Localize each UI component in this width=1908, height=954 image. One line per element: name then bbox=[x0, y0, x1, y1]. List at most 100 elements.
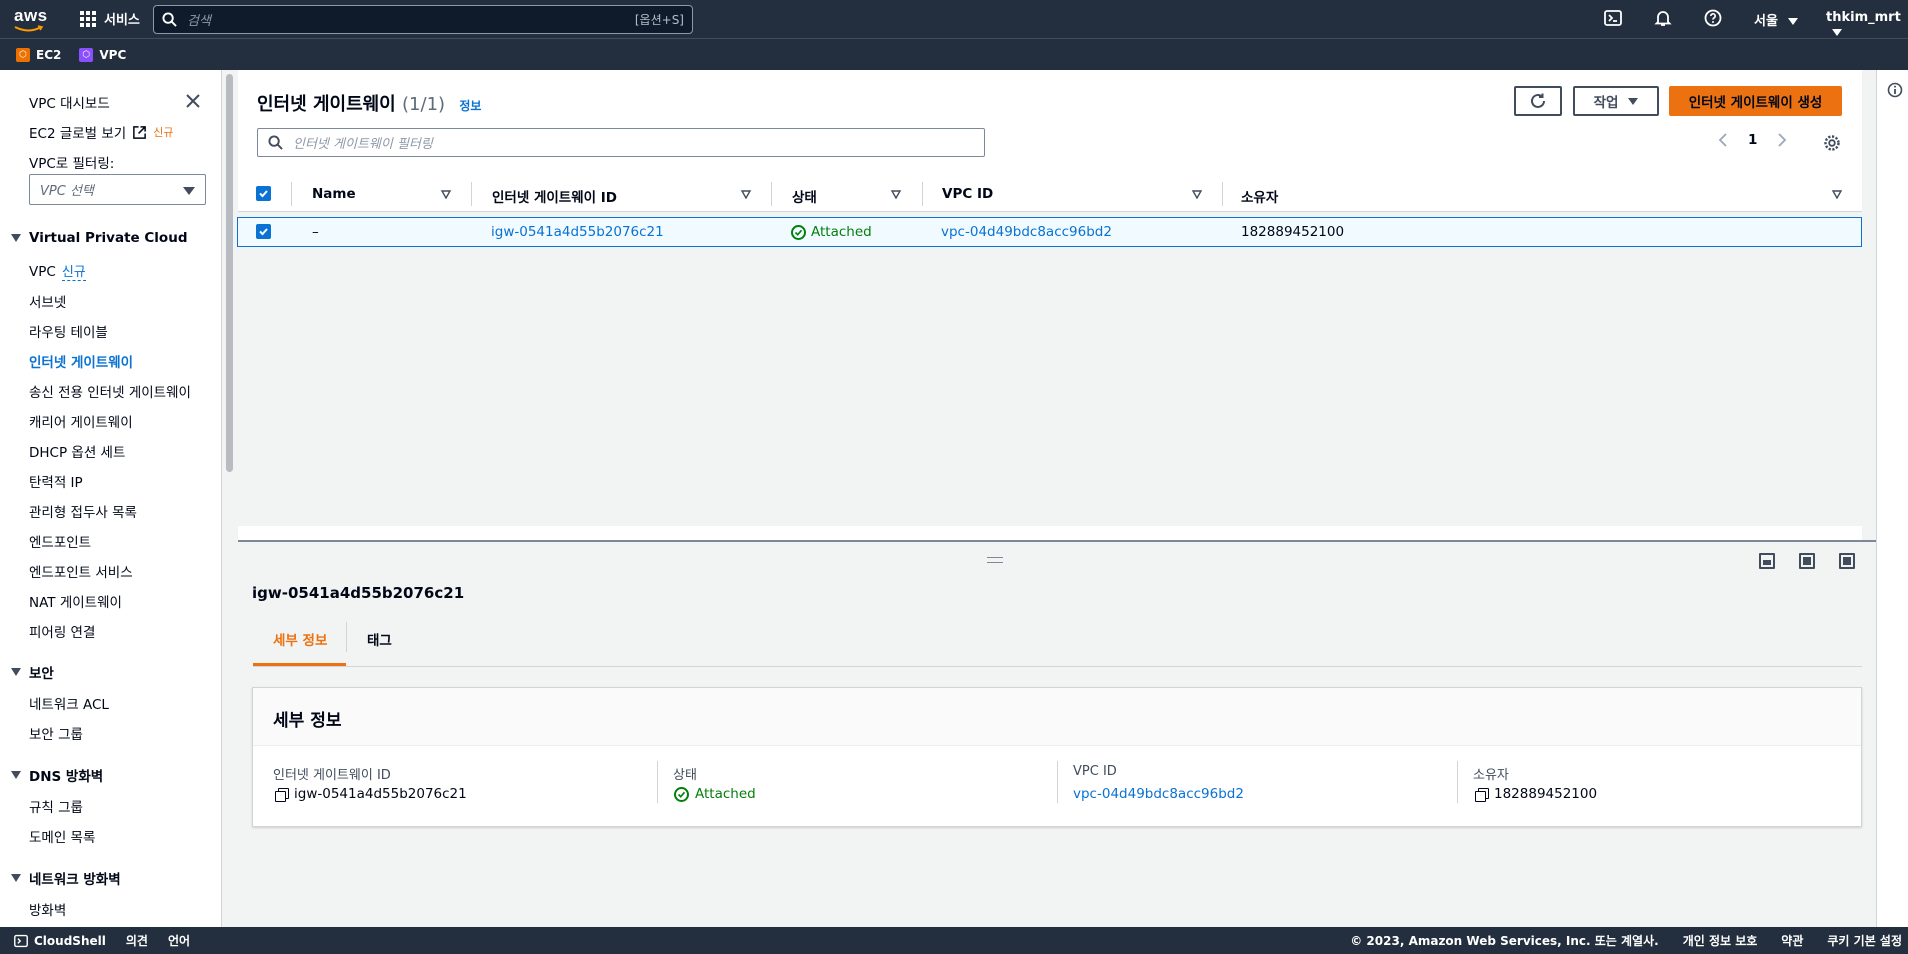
actions-button[interactable]: 작업 bbox=[1573, 86, 1659, 116]
sidebar-item-route-tables[interactable]: 라우팅 테이블 bbox=[29, 321, 108, 341]
tab-details[interactable]: 세부 정보 bbox=[273, 629, 327, 649]
sidebar-item-firewalls[interactable]: 방화벽 bbox=[29, 899, 66, 919]
sidebar-item-security-groups[interactable]: 보안 그룹 bbox=[29, 723, 83, 743]
sidebar-item-subnets[interactable]: 서브넷 bbox=[29, 291, 66, 311]
sidebar-item-rule-groups[interactable]: 규칙 그룹 bbox=[29, 796, 83, 816]
favorite-ec2[interactable]: ⬡ EC2 bbox=[16, 47, 62, 62]
chevron-left-icon[interactable] bbox=[1718, 132, 1728, 148]
footer: CloudShell 의견 언어 © 2023, Amazon Web Serv… bbox=[0, 927, 1908, 954]
field-value-state: Attached bbox=[674, 786, 756, 802]
section-virtual-private-cloud[interactable]: Virtual Private Cloud bbox=[11, 230, 187, 246]
column-divider bbox=[771, 182, 772, 206]
current-page[interactable]: 1 bbox=[1748, 132, 1757, 148]
favorite-label: VPC bbox=[99, 47, 127, 62]
check-icon bbox=[259, 228, 268, 236]
help-icon[interactable] bbox=[1704, 9, 1722, 27]
section-network-firewall[interactable]: 네트워크 방화벽 bbox=[11, 868, 121, 888]
account-menu[interactable]: thkim_mrt bbox=[1826, 10, 1908, 40]
refresh-button[interactable] bbox=[1514, 86, 1562, 116]
sidebar-item-endpoint-services[interactable]: 엔드포인트 서비스 bbox=[29, 561, 133, 581]
region-selector[interactable]: 서울 bbox=[1754, 10, 1799, 29]
section-security[interactable]: 보안 bbox=[11, 662, 54, 682]
sort-icon[interactable] bbox=[741, 190, 751, 199]
sort-icon[interactable] bbox=[1192, 190, 1202, 199]
cloudshell-button[interactable]: CloudShell bbox=[14, 934, 106, 948]
close-icon[interactable] bbox=[184, 92, 202, 110]
privacy-link[interactable]: 개인 정보 보호 bbox=[1683, 932, 1758, 949]
caret-down-icon bbox=[1628, 97, 1639, 105]
sidebar-item-internet-gateways[interactable]: 인터넷 게이트웨이 bbox=[29, 351, 133, 371]
column-header-vpc-id[interactable]: VPC ID bbox=[942, 186, 993, 202]
sidebar-item-vpc[interactable]: VPC 신규 bbox=[29, 261, 86, 281]
cell-vpc-id-link[interactable]: vpc-04d49bdc8acc96bd2 bbox=[941, 224, 1112, 240]
sidebar-item-nat-gateways[interactable]: NAT 게이트웨이 bbox=[29, 591, 122, 611]
sort-icon[interactable] bbox=[441, 190, 451, 199]
split-full-layout-icon[interactable] bbox=[1839, 553, 1855, 569]
favorite-vpc[interactable]: ⬡ VPC bbox=[79, 47, 127, 62]
top-navigation: aws 서비스 검색 [옵션+S] 서울 thkim_mrt bbox=[0, 0, 1908, 38]
column-header-name[interactable]: Name bbox=[312, 186, 356, 202]
services-label: 서비스 bbox=[104, 13, 140, 28]
drag-handle[interactable] bbox=[987, 557, 1003, 563]
cell-state: Attached bbox=[791, 224, 872, 240]
new-link[interactable]: 신규 bbox=[61, 265, 86, 281]
split-panel-divider[interactable] bbox=[238, 540, 1876, 542]
user-name: thkim_mrt bbox=[1826, 10, 1901, 25]
field-label-igw-id: 인터넷 게이트웨이 ID bbox=[273, 768, 391, 783]
sidebar-item-label: VPC bbox=[29, 264, 56, 280]
create-internet-gateway-button[interactable]: 인터넷 게이트웨이 생성 bbox=[1669, 86, 1842, 116]
notification-bell-icon[interactable] bbox=[1654, 9, 1672, 27]
section-title: 네트워크 방화벽 bbox=[29, 872, 121, 888]
page-title: 인터넷 게이트웨이 (1/1) 정보 bbox=[257, 90, 481, 116]
tab-tags[interactable]: 태그 bbox=[367, 629, 392, 649]
caret-down-icon bbox=[183, 187, 195, 195]
services-menu[interactable]: 서비스 bbox=[80, 9, 140, 28]
collapse-triangle-icon bbox=[11, 771, 21, 779]
info-link[interactable]: 정보 bbox=[459, 99, 481, 113]
filter-input[interactable]: 인터넷 게이트웨이 필터링 bbox=[257, 128, 985, 157]
details-card: 세부 정보 bbox=[252, 687, 1862, 827]
sidebar-item-carrier-gateways[interactable]: 캐리어 게이트웨이 bbox=[29, 411, 133, 431]
sidebar-item-ec2-global-view[interactable]: EC2 글로벌 보기 신규 bbox=[29, 122, 173, 142]
sort-icon[interactable] bbox=[1832, 190, 1842, 199]
language-link[interactable]: 언어 bbox=[168, 932, 190, 949]
cookie-preferences-link[interactable]: 쿠키 기본 설정 bbox=[1827, 932, 1902, 949]
cloudshell-icon[interactable] bbox=[1604, 9, 1622, 27]
filter-placeholder: 인터넷 게이트웨이 필터링 bbox=[293, 137, 433, 152]
vpc-filter-select[interactable]: VPC 선택 bbox=[29, 174, 206, 205]
sort-icon[interactable] bbox=[891, 190, 901, 199]
copy-icon[interactable] bbox=[275, 787, 289, 802]
sidebar-item-elastic-ips[interactable]: 탄력적 IP bbox=[29, 471, 83, 491]
sidebar-item-dhcp-option-sets[interactable]: DHCP 옵션 세트 bbox=[29, 441, 125, 461]
sidebar-item-vpc-dashboard[interactable]: VPC 대시보드 bbox=[29, 92, 110, 112]
sidebar-item-network-acls[interactable]: 네트워크 ACL bbox=[29, 693, 109, 713]
row-checkbox[interactable] bbox=[256, 224, 271, 239]
field-value-vpc-id-link[interactable]: vpc-04d49bdc8acc96bd2 bbox=[1073, 786, 1244, 802]
terms-link[interactable]: 약관 bbox=[1781, 932, 1803, 949]
active-tab-underline bbox=[253, 663, 346, 666]
chevron-right-icon[interactable] bbox=[1777, 132, 1787, 148]
select-all-checkbox[interactable] bbox=[256, 186, 271, 201]
sidebar-scrollbar[interactable] bbox=[226, 74, 233, 472]
aws-logo[interactable]: aws bbox=[14, 7, 48, 32]
settings-gear-icon[interactable] bbox=[1823, 134, 1841, 152]
column-header-igw-id[interactable]: 인터넷 게이트웨이 ID bbox=[492, 186, 617, 206]
sidebar-item-egress-only-igw[interactable]: 송신 전용 인터넷 게이트웨이 bbox=[29, 381, 191, 401]
split-bottom-layout-icon[interactable] bbox=[1759, 553, 1775, 569]
copy-icon[interactable] bbox=[1475, 787, 1489, 802]
column-header-state[interactable]: 상태 bbox=[792, 186, 817, 206]
search-placeholder: 검색 bbox=[187, 14, 211, 29]
sidebar-item-domain-lists[interactable]: 도메인 목록 bbox=[29, 826, 95, 846]
sidebar-item-managed-prefix-lists[interactable]: 관리형 접두사 목록 bbox=[29, 501, 137, 521]
column-divider bbox=[1457, 761, 1458, 803]
sidebar-item-peering-connections[interactable]: 피어링 연결 bbox=[29, 621, 95, 641]
favorite-label: EC2 bbox=[36, 47, 62, 62]
search-input[interactable]: 검색 [옵션+S] bbox=[153, 5, 693, 34]
feedback-link[interactable]: 의견 bbox=[126, 932, 148, 949]
cell-igw-id-link[interactable]: igw-0541a4d55b2076c21 bbox=[491, 224, 664, 240]
info-icon[interactable] bbox=[1887, 82, 1903, 98]
split-side-layout-icon[interactable] bbox=[1799, 553, 1815, 569]
column-header-owner[interactable]: 소유자 bbox=[1241, 186, 1278, 206]
section-dns-firewall[interactable]: DNS 방화벽 bbox=[11, 765, 103, 785]
sidebar-item-endpoints[interactable]: 엔드포인트 bbox=[29, 531, 91, 551]
